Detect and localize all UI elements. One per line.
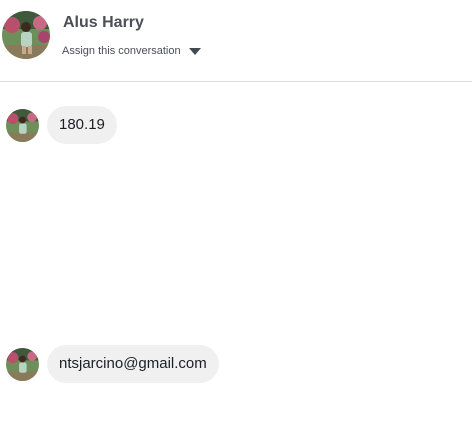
caret-down-icon <box>188 47 201 55</box>
contact-avatar[interactable] <box>2 11 50 59</box>
message-bubble[interactable]: 180.19 <box>47 106 117 144</box>
message-bubble[interactable]: ntsjarcino@gmail.com <box>47 345 219 383</box>
conversation-view: Alus Harry Assign this conversation 180.… <box>0 0 472 431</box>
assign-conversation-label: Assign this conversation <box>62 45 181 57</box>
assign-conversation-dropdown[interactable]: Assign this conversation <box>62 42 201 60</box>
sender-avatar[interactable] <box>6 108 39 142</box>
sender-avatar[interactable] <box>6 347 39 381</box>
message-row: ntsjarcino@gmail.com <box>6 345 219 383</box>
message-row: 180.19 <box>6 106 117 144</box>
conversation-header: Alus Harry Assign this conversation <box>0 0 472 82</box>
contact-name: Alus Harry <box>63 14 144 31</box>
